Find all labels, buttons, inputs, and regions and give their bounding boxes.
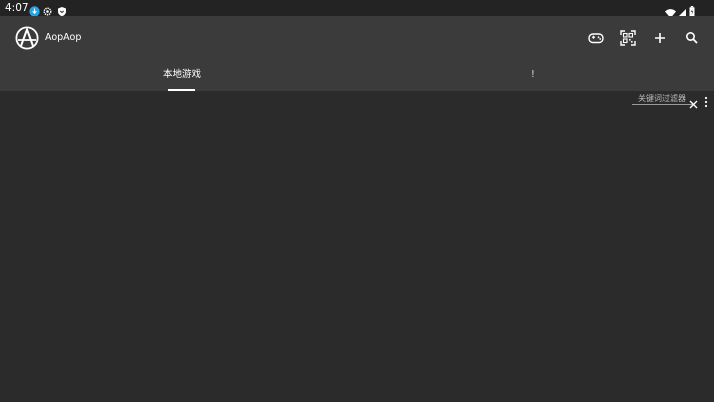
game-list-area <box>0 106 714 402</box>
status-time: 4:07 <box>5 2 29 14</box>
add-button[interactable] <box>651 29 669 47</box>
status-bar: 4:07 <box>0 0 714 18</box>
add-icon <box>655 33 665 43</box>
qr-scan-icon <box>620 30 636 46</box>
qr-scan-button[interactable] <box>619 29 637 47</box>
more-options-button[interactable] <box>703 93 709 108</box>
tab-label: ! <box>531 69 535 80</box>
app-title: AopAop <box>45 32 82 43</box>
search-button[interactable] <box>683 29 701 47</box>
app-bar: AopAop 本地游戏 ! <box>0 16 714 91</box>
search-icon <box>685 31 698 44</box>
clear-filter-button[interactable] <box>689 94 698 109</box>
tab-second[interactable]: ! <box>357 60 714 91</box>
gamepad-icon <box>588 33 604 44</box>
tab-indicator <box>168 89 195 91</box>
keyword-filter-input[interactable] <box>632 92 693 105</box>
gamepad-button[interactable] <box>587 29 605 47</box>
filter-row <box>630 92 714 109</box>
tab-local-games[interactable]: 本地游戏 <box>0 60 357 91</box>
anarchy-a-logo-icon <box>15 26 39 50</box>
tab-label: 本地游戏 <box>163 69 202 80</box>
